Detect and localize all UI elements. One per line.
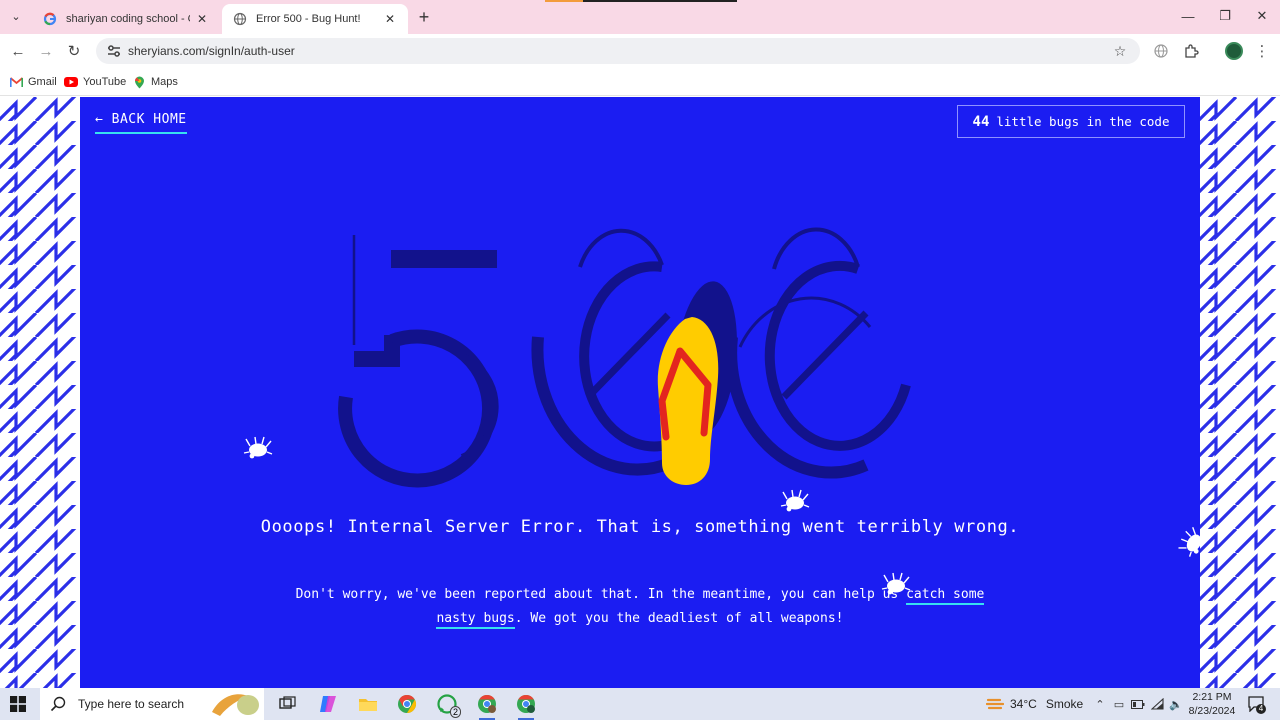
clock-time: 2:21 PM xyxy=(1192,691,1232,703)
bookmark-gmail[interactable]: Gmail xyxy=(9,73,57,91)
youtube-icon xyxy=(64,76,78,88)
weather-temp: 34°C xyxy=(1010,697,1037,711)
back-arrow-icon[interactable]: ← xyxy=(8,41,28,61)
error-message: Don't worry, we've been reported about t… xyxy=(280,583,1000,631)
chevron-up-icon[interactable]: ⌃ xyxy=(1092,696,1108,712)
system-clock[interactable]: 2:21 PM 8/23/2024 xyxy=(1186,690,1238,718)
translate-icon[interactable] xyxy=(1152,42,1170,60)
meet-now-icon[interactable]: ▭ xyxy=(1111,696,1127,712)
bookmark-label: YouTube xyxy=(83,76,127,88)
tab-title: shariyan coding school - Googl xyxy=(66,13,190,25)
tab-title: Error 500 - Bug Hunt! xyxy=(256,13,361,25)
bookmark-star-icon[interactable]: ☆ xyxy=(1110,43,1130,60)
task-view-icon[interactable] xyxy=(277,693,299,715)
clock-date: 8/23/2024 xyxy=(1188,705,1236,717)
message-text-before: Don't worry, we've been reported about t… xyxy=(295,587,899,602)
bookmark-youtube[interactable]: YouTube xyxy=(64,73,126,91)
taskbar-search-box[interactable]: Type here to search xyxy=(40,688,264,720)
close-tab-icon[interactable]: ✕ xyxy=(194,12,210,26)
bookmark-label: Maps xyxy=(151,76,178,88)
flip-flop-icon[interactable] xyxy=(657,317,719,485)
weather-desc: Smoke xyxy=(1045,697,1084,711)
file-explorer-icon[interactable] xyxy=(357,693,379,715)
bookmarks-bar: Gmail YouTube Maps xyxy=(0,68,1280,96)
chrome-active-window-icon[interactable] xyxy=(515,693,537,720)
chrome-profile-icon[interactable] xyxy=(476,693,498,720)
whatsapp-badge: 2 xyxy=(449,706,461,718)
google-favicon-icon xyxy=(42,11,58,27)
wifi-icon[interactable] xyxy=(1150,696,1166,712)
bug-icon[interactable] xyxy=(243,436,273,459)
battery-icon[interactable] xyxy=(1130,696,1146,712)
window-drag-indicator xyxy=(545,0,737,2)
digit-five xyxy=(338,235,499,488)
bug-hunt-stage[interactable]: ← BACK HOME 44 little bugs in the code O… xyxy=(80,97,1200,688)
browser-toolbar: ← → ↻ sheryians.com/signIn/auth-user ☆ ⋮ xyxy=(0,34,1280,68)
bookmark-label: Gmail xyxy=(28,76,57,88)
search-icon xyxy=(50,696,66,712)
new-tab-button[interactable]: + xyxy=(414,7,434,27)
browser-menu-icon[interactable]: ⋮ xyxy=(1253,42,1271,60)
profile-avatar[interactable] xyxy=(1225,42,1243,60)
close-tab-icon[interactable]: ✕ xyxy=(382,12,398,26)
page-viewport: ← BACK HOME 44 little bugs in the code O… xyxy=(0,97,1280,688)
zigzag-border-left xyxy=(0,97,80,688)
search-highlight-icon xyxy=(212,694,259,716)
maps-pin-icon xyxy=(132,76,146,88)
url-text: sheryians.com/signIn/auth-user xyxy=(128,44,295,58)
volume-icon[interactable]: 🔈 xyxy=(1168,696,1184,712)
close-window-button[interactable]: ✕ xyxy=(1251,6,1273,26)
search-placeholder: Type here to search xyxy=(78,697,185,711)
zigzag-border-right xyxy=(1200,97,1280,688)
site-info-icon[interactable] xyxy=(106,43,122,59)
gmail-icon xyxy=(9,76,23,88)
extensions-puzzle-icon[interactable] xyxy=(1182,42,1200,60)
browser-tab-bar: ⌄ shariyan coding school - Googl ✕ Error… xyxy=(0,0,1280,34)
notification-count: 4 xyxy=(1256,704,1266,714)
tab-search-button[interactable]: ⌄ xyxy=(6,6,26,26)
globe-favicon-icon xyxy=(232,11,248,27)
restore-window-button[interactable]: ❐ xyxy=(1214,6,1236,26)
minimize-window-button[interactable]: — xyxy=(1177,6,1199,26)
weather-widget[interactable]: 34°C Smoke xyxy=(986,688,1083,720)
copilot-icon[interactable] xyxy=(317,693,339,715)
message-text-after: . We got you the deadliest of all weapon… xyxy=(514,611,844,626)
tab-shariyan[interactable]: shariyan coding school - Googl ✕ xyxy=(32,4,220,34)
forward-arrow-icon[interactable]: → xyxy=(36,41,56,61)
windows-taskbar: Type here to search 2 34°C Smoke ⌃ ▭ 🔈 2… xyxy=(0,688,1280,720)
notification-center-icon[interactable]: 4 xyxy=(1248,696,1266,714)
whatsapp-icon[interactable]: 2 xyxy=(436,693,461,718)
windows-start-icon[interactable] xyxy=(10,696,26,712)
digit-zero-second xyxy=(725,227,911,479)
error-headline: Oooops! Internal Server Error. That is, … xyxy=(260,517,1020,537)
address-bar[interactable]: sheryians.com/signIn/auth-user ☆ xyxy=(96,38,1140,64)
smoke-weather-icon xyxy=(986,698,1004,710)
reload-icon[interactable]: ↻ xyxy=(64,41,84,61)
tab-error-500[interactable]: Error 500 - Bug Hunt! ✕ xyxy=(222,4,408,34)
chrome-icon[interactable] xyxy=(396,693,418,715)
bug-icon[interactable] xyxy=(780,489,810,512)
bookmark-maps[interactable]: Maps xyxy=(132,73,178,91)
